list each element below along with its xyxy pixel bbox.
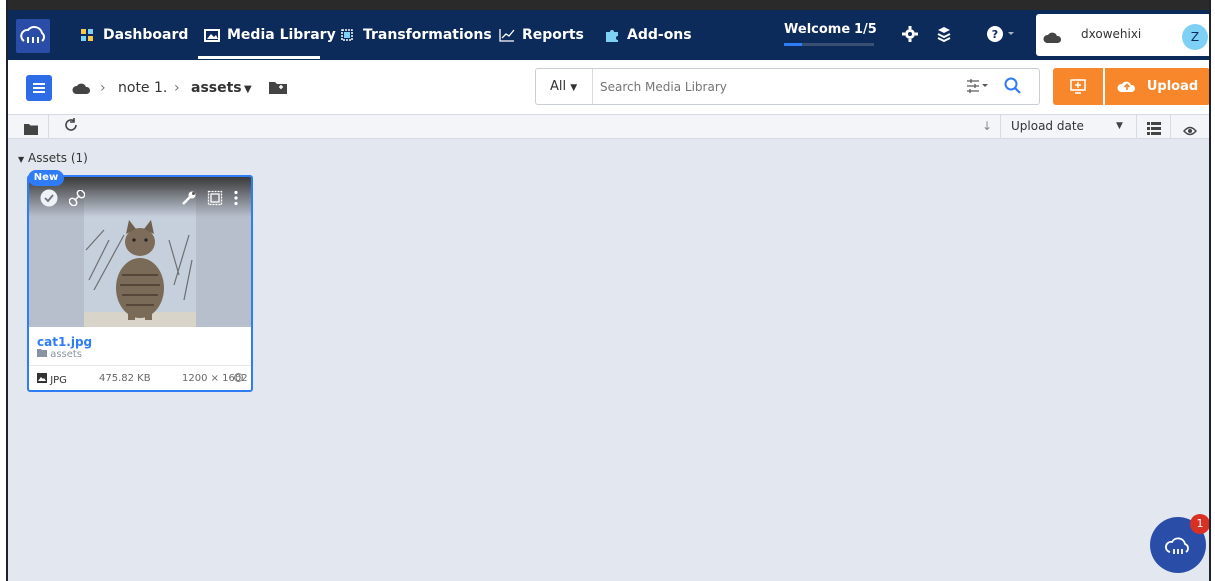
sort-direction-icon[interactable]: ↓	[982, 119, 992, 133]
dashboard-icon	[80, 28, 94, 42]
chevron-down-icon[interactable]: ▼	[244, 84, 252, 95]
folder-icon[interactable]	[24, 120, 38, 139]
asset-thumbnail	[29, 177, 251, 327]
cloudinary-chat-icon	[1165, 537, 1189, 554]
asset-meta: JPG 475.82 KB 1200 × 1602	[29, 365, 251, 390]
folder-icon	[37, 349, 47, 357]
assets-section-toggle[interactable]: ▼ Assets (1)	[18, 151, 88, 165]
reports-icon	[499, 28, 515, 42]
refresh-icon[interactable]	[64, 118, 78, 138]
upload-button[interactable]: Upload	[1105, 68, 1209, 105]
select-check-icon[interactable]	[40, 189, 58, 211]
hamburger-icon	[33, 83, 45, 93]
nav-transformations-label: Transformations	[363, 27, 492, 43]
welcome-label[interactable]: Welcome	[784, 22, 850, 37]
chat-notification-badge: 1	[1190, 514, 1209, 534]
asset-card[interactable]: cat1.jpg assets JPG 475.82 KB 1200 × 160…	[27, 175, 253, 392]
nav-transformations[interactable]: Transformations	[340, 22, 492, 48]
caret-down-icon: ▼	[18, 155, 25, 164]
assets-section-label: Assets (1)	[27, 151, 88, 165]
breadcrumb-separator-icon: ›	[174, 80, 180, 96]
search-input[interactable]	[600, 77, 960, 97]
image-icon	[37, 373, 47, 383]
media-flow-button[interactable]	[1053, 68, 1103, 105]
globe-icon	[234, 373, 243, 385]
nav-reports[interactable]: Reports	[499, 22, 584, 48]
stack-icon[interactable]	[935, 25, 953, 47]
eye-icon[interactable]	[1183, 121, 1197, 140]
add-media-icon	[1070, 79, 1086, 94]
upload-button-label: Upload	[1146, 79, 1199, 94]
nav-dashboard[interactable]: Dashboard	[80, 22, 188, 48]
avatar[interactable]: Z	[1182, 24, 1208, 50]
breadcrumb-separator-icon: ›	[100, 80, 106, 96]
puzzle-icon	[604, 28, 618, 42]
search-icon[interactable]	[1004, 77, 1022, 99]
nav-dashboard-label: Dashboard	[103, 27, 189, 43]
asset-name[interactable]: cat1.jpg	[37, 335, 92, 349]
breadcrumb-assets[interactable]: assets	[191, 80, 242, 96]
asset-type-label: JPG	[50, 375, 67, 386]
asset-type: JPG	[37, 373, 67, 386]
wrench-icon[interactable]	[181, 190, 197, 210]
browser-strip	[8, 0, 1209, 10]
nav-media-library[interactable]: Media Library	[204, 22, 336, 48]
svg-text:?: ?	[992, 28, 998, 41]
more-options-icon[interactable]	[233, 190, 239, 210]
cloudinary-logo[interactable]	[16, 19, 50, 53]
cloud-upload-icon	[1117, 78, 1137, 96]
filter-icon[interactable]	[966, 78, 990, 98]
list-view-icon[interactable]	[1147, 120, 1161, 139]
cloud-icon	[1043, 28, 1063, 43]
transformations-icon	[340, 28, 354, 42]
search-box: All ▼	[535, 68, 1040, 105]
view-toolbar: ↓ Upload date ▼	[8, 115, 1209, 139]
breadcrumb-note[interactable]: note 1.	[118, 80, 167, 96]
asset-folder-label: assets	[50, 349, 83, 360]
root-cloud-icon[interactable]	[72, 82, 92, 98]
account-name: dxowehixi	[1081, 27, 1142, 41]
app-frame: Dashboard Media Library Transformations …	[6, 0, 1211, 581]
toolbar-divider	[1000, 115, 1001, 139]
menu-toggle-button[interactable]	[26, 75, 52, 101]
new-badge: New	[28, 170, 64, 186]
welcome-count: 1/5	[854, 22, 877, 37]
gear-icon[interactable]	[901, 25, 919, 47]
new-folder-icon[interactable]	[269, 80, 287, 98]
help-icon[interactable]: ?	[986, 25, 1016, 47]
media-library-icon	[204, 28, 220, 42]
sort-chevron-down-icon[interactable]: ▼	[1116, 121, 1123, 131]
search-divider	[592, 69, 593, 104]
nav-reports-label: Reports	[522, 27, 584, 43]
toolbar-divider	[1170, 115, 1171, 139]
nav-add-ons[interactable]: Add-ons	[604, 22, 692, 48]
nav-media-library-label: Media Library	[227, 27, 336, 43]
nav-add-ons-label: Add-ons	[627, 27, 692, 43]
link-icon[interactable]	[68, 189, 86, 210]
asset-size: 475.82 KB	[99, 373, 151, 384]
toolbar: › note 1. › assets ▼ All ▼ Upload	[8, 60, 1209, 115]
nav-active-indicator	[198, 56, 320, 59]
toolbar-divider	[48, 115, 49, 139]
search-scope-select[interactable]: All ▼	[550, 79, 577, 94]
toolbar-divider	[1136, 115, 1137, 139]
sort-field-label[interactable]: Upload date	[1011, 119, 1084, 133]
transform-icon[interactable]	[207, 190, 223, 210]
asset-folder[interactable]: assets	[37, 349, 82, 360]
welcome-progress-fill	[784, 43, 802, 46]
